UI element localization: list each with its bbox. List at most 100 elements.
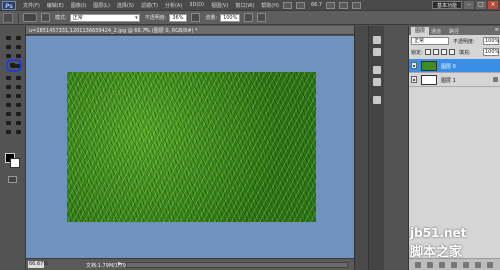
document-title: u=2851457331,1201136659424_2.jpg @ 66.7%… xyxy=(29,28,198,34)
menu-edit[interactable]: 编辑(E) xyxy=(47,2,64,9)
tab-paths[interactable]: 路径 xyxy=(449,28,459,35)
blur-tool-icon[interactable] xyxy=(4,92,13,100)
quick-select-tool-icon[interactable] xyxy=(14,43,23,51)
airbrush-icon[interactable] xyxy=(244,13,254,22)
hand-tool-icon[interactable] xyxy=(4,128,13,136)
menu-select[interactable]: 选择(S) xyxy=(117,2,134,9)
menu-help[interactable]: 帮助(H) xyxy=(261,2,279,9)
chevron-down-icon: ▾ xyxy=(135,14,138,21)
highlight-circle xyxy=(6,59,22,72)
fill-label: 填充: xyxy=(459,50,471,56)
watermark-site: jb51.net xyxy=(410,226,467,240)
pressure-size-icon[interactable] xyxy=(257,13,267,22)
menu-image[interactable]: 图像(I) xyxy=(71,2,86,9)
layer-name: 图层 1 xyxy=(441,78,456,84)
3d-orbit-tool-icon[interactable] xyxy=(14,119,23,127)
lock-all-icon[interactable] xyxy=(449,49,455,55)
lock-transparency-icon[interactable] xyxy=(425,49,431,55)
lock-icon xyxy=(493,77,498,82)
layer-opacity-label: 不透明度: xyxy=(453,39,475,45)
photoshop-window: Ps 文件(F) 编辑(E) 图像(I) 图层(L) 选择(S) 滤镜(T) 分… xyxy=(0,0,500,270)
visibility-eye-icon[interactable] xyxy=(411,76,417,83)
marquee-tool-icon[interactable] xyxy=(14,34,23,42)
adjustments-icon[interactable] xyxy=(373,36,381,44)
move-tool-icon[interactable] xyxy=(4,34,13,42)
lock-row: 锁定: 填充: 100% xyxy=(411,48,499,57)
grass-image[interactable] xyxy=(67,72,316,222)
layer-row[interactable]: 图层 0 xyxy=(409,59,500,73)
close-icon[interactable]: × xyxy=(144,27,148,33)
menu-view[interactable]: 视图(V) xyxy=(211,2,228,9)
minibridge-icon[interactable] xyxy=(295,1,305,9)
zoom-field[interactable]: 66.67% xyxy=(28,261,48,268)
flow-field[interactable]: 100% xyxy=(220,13,241,22)
menu-window[interactable]: 窗口(W) xyxy=(235,2,254,9)
type-tool-icon[interactable] xyxy=(14,101,23,109)
document-size: 文档:1.79M/1.79M xyxy=(86,263,131,269)
menu-file[interactable]: 文件(F) xyxy=(23,2,40,9)
3d-rotate-tool-icon[interactable] xyxy=(4,119,13,127)
pen-tool-icon[interactable] xyxy=(4,101,13,109)
app-logo: Ps xyxy=(2,0,16,10)
masks-icon[interactable] xyxy=(373,48,381,56)
opacity-field[interactable]: 36% xyxy=(169,13,188,22)
path-select-tool-icon[interactable] xyxy=(4,110,13,118)
actions-icon[interactable] xyxy=(373,78,381,86)
tool-preset-icon[interactable] xyxy=(3,12,13,23)
shape-tool-icon[interactable] xyxy=(14,110,23,118)
options-bar: 模式: 正常 ▾ 不透明度: 36% 流量: 100% xyxy=(0,11,500,25)
layer-opacity-field[interactable]: 100% xyxy=(483,37,499,45)
menu-filter[interactable]: 滤镜(T) xyxy=(141,2,158,9)
background-color-swatch[interactable] xyxy=(10,158,20,168)
layer-thumbnail xyxy=(421,61,437,71)
menu-layer[interactable]: 图层(L) xyxy=(93,2,110,9)
zoom-tool-icon[interactable] xyxy=(14,128,23,136)
history-icon[interactable] xyxy=(373,66,381,74)
zoom-tool-icon[interactable] xyxy=(339,1,349,9)
minimize-button[interactable]: – xyxy=(464,1,474,9)
brush-preset-picker[interactable] xyxy=(23,13,37,22)
close-button[interactable]: × xyxy=(488,1,498,9)
brush-panel-icon[interactable] xyxy=(41,13,50,22)
zoom-readout[interactable]: 66.7 xyxy=(311,2,322,8)
menu-3d[interactable]: 3D(D) xyxy=(189,2,204,8)
watermark-text: 脚本之家 xyxy=(410,245,463,260)
status-menu-arrow-icon[interactable]: ▶ xyxy=(118,261,122,267)
blend-row: 正常 不透明度: 100% xyxy=(411,37,499,46)
toolbox xyxy=(0,26,26,270)
eraser-tool-icon[interactable] xyxy=(4,83,13,91)
bridge-icon[interactable] xyxy=(282,1,292,9)
mode-label: 模式: xyxy=(55,15,67,21)
opacity-label: 不透明度: xyxy=(144,15,167,21)
fill-field[interactable]: 100% xyxy=(483,48,499,56)
tab-layers[interactable]: 图层 xyxy=(411,27,430,35)
dodge-tool-icon[interactable] xyxy=(14,92,23,100)
maximize-button[interactable]: □ xyxy=(476,1,486,9)
status-bar: 66.67% 文档:1.79M/1.79M ▶ xyxy=(26,258,354,270)
hand-tool-icon[interactable] xyxy=(326,1,336,9)
mode-select[interactable]: 正常 ▾ xyxy=(69,13,140,22)
panel-menu-icon[interactable]: ≡ xyxy=(495,27,499,33)
pressure-opacity-icon[interactable] xyxy=(191,13,201,22)
layer-row[interactable]: 图层 1 xyxy=(409,73,500,87)
menu-analysis[interactable]: 分析(A) xyxy=(165,2,182,9)
canvas-area[interactable] xyxy=(26,36,354,258)
document-tab[interactable]: u=2851457331,1201136659424_2.jpg @ 66.7%… xyxy=(26,26,354,35)
arrange-documents-icon[interactable] xyxy=(352,1,362,9)
flow-label: 流量: xyxy=(205,15,218,21)
gradient-tool-icon[interactable] xyxy=(14,83,23,91)
visibility-eye-icon[interactable] xyxy=(411,62,417,69)
blend-mode-select[interactable]: 正常 xyxy=(411,37,449,45)
quick-mask-icon[interactable] xyxy=(8,176,17,183)
lock-image-icon[interactable] xyxy=(433,49,439,55)
swatches-icon[interactable] xyxy=(373,96,381,104)
lasso-tool-icon[interactable] xyxy=(4,43,13,51)
horizontal-scrollbar[interactable] xyxy=(126,262,348,268)
workspace-switcher[interactable]: 基本功能 xyxy=(431,1,462,9)
layers-tabbar: 图层 通道 路径 ≡ xyxy=(409,26,500,35)
lock-position-icon[interactable] xyxy=(441,49,447,55)
tab-channels[interactable]: 通道 xyxy=(431,28,441,35)
history-brush-tool-icon[interactable] xyxy=(14,74,23,82)
clone-stamp-tool-icon[interactable] xyxy=(4,74,13,82)
collapsed-panel-icons xyxy=(368,26,384,270)
